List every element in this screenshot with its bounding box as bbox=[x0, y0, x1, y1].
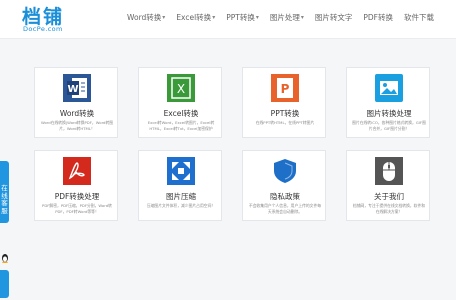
card-privacy[interactable]: 隐私政策 不会收集用户个人信息，用户上传的文件每天系统会自动删除。 bbox=[242, 150, 326, 221]
card-desc: PDF解密，PDF压缩，PDF分割，Word转PDF，PDF转Word等等！ bbox=[42, 203, 112, 214]
card-desc: 压缩图片文件体积，减少图片占用空间！ bbox=[146, 203, 216, 208]
excel-icon: X bbox=[167, 74, 195, 102]
shield-icon bbox=[271, 157, 299, 185]
online-service-tab[interactable]: 在线客服 bbox=[0, 161, 9, 223]
nav-item-ppt[interactable]: PPT转换 ▾ bbox=[226, 12, 259, 23]
card-desc: 档铺网，专注于提供在线文档转换，软件和在线解决方案！ bbox=[352, 203, 426, 214]
nav-item-label: PDF转换 bbox=[363, 13, 393, 22]
nav-item-image[interactable]: 图片处理 ▾ bbox=[270, 12, 304, 23]
word-icon: W bbox=[63, 74, 91, 102]
svg-text:P: P bbox=[281, 82, 290, 96]
image-icon bbox=[375, 74, 403, 102]
card-title: 图片转换处理 bbox=[366, 109, 412, 118]
penguin-icon[interactable] bbox=[1, 253, 9, 263]
card-title: Excel转换 bbox=[163, 109, 199, 118]
card-desc: 在线PPT转HTML，在线PPT转图片 bbox=[255, 120, 315, 125]
nav-item-label: 图片处理 bbox=[269, 13, 300, 22]
side-contact-button[interactable] bbox=[0, 270, 9, 298]
card-compress[interactable]: 图片压缩 压缩图片文件体积，减少图片占用空间！ bbox=[138, 150, 222, 221]
card-word[interactable]: W Word转换 Word在线转换|Word转换PDF，Word转图片，Word… bbox=[34, 67, 118, 138]
site-logo[interactable]: 档铺 DocPe.com bbox=[22, 2, 92, 34]
nav-item-word[interactable]: Word转换 ▾ bbox=[127, 12, 165, 23]
card-title: 隐私政策 bbox=[270, 192, 300, 201]
mouse-icon bbox=[375, 157, 403, 185]
top-header: 档铺 DocPe.com Word转换 ▾ Excel转换 ▾ PPT转换 ▾ 图片处… bbox=[0, 0, 456, 39]
nav-item-label: 图片转文字 bbox=[314, 13, 353, 22]
compress-icon bbox=[167, 157, 195, 185]
svg-text:W: W bbox=[67, 84, 78, 95]
chevron-down-icon: ▾ bbox=[212, 14, 216, 21]
card-image[interactable]: 图片转换处理 图片在线转ICO，各种图片格式转换，GIF图片合并，GIF图片分割… bbox=[346, 67, 430, 138]
svg-text:X: X bbox=[177, 82, 185, 96]
main-nav: Word转换 ▾ Excel转换 ▾ PPT转换 ▾ 图片处理 ▾ 图片转文字 PDF转… bbox=[127, 12, 434, 23]
card-desc: Word在线转换|Word转换PDF，Word转图片，Word转HTML！ bbox=[40, 120, 114, 131]
chevron-down-icon: ▾ bbox=[300, 14, 304, 21]
card-desc: 图片在线转ICO，各种图片格式转换，GIF图片合并，GIF图片分割！ bbox=[352, 120, 426, 131]
pdf-icon bbox=[63, 157, 91, 185]
card-title: Word转换 bbox=[59, 109, 95, 118]
nav-item-pdf[interactable]: PDF转换 bbox=[363, 12, 393, 23]
nav-item-label: PPT转换 bbox=[226, 13, 255, 22]
nav-item-label: 软件下载 bbox=[404, 13, 434, 22]
logo-subtitle: DocPe.com bbox=[23, 25, 63, 33]
card-title: PPT转换 bbox=[270, 109, 300, 118]
nav-item-ocr[interactable]: 图片转文字 bbox=[315, 12, 353, 23]
card-pdf[interactable]: PDF转换处理 PDF解密，PDF压缩，PDF分割，Word转PDF，PDF转W… bbox=[34, 150, 118, 221]
card-about[interactable]: 关于我们 档铺网，专注于提供在线文档转换，软件和在线解决方案！ bbox=[346, 150, 430, 221]
nav-item-label: Excel转换 bbox=[176, 13, 212, 22]
nav-item-download[interactable]: 软件下载 bbox=[404, 12, 434, 23]
chevron-down-icon: ▾ bbox=[162, 14, 166, 21]
chevron-down-icon: ▾ bbox=[255, 14, 259, 21]
ppt-icon: P bbox=[271, 74, 299, 102]
card-desc: Excel转Word，Excel转图片，Excel转HTML，Excel转Txt… bbox=[147, 120, 215, 131]
online-service-label: 在线客服 bbox=[1, 184, 8, 215]
card-desc: 不会收集用户个人信息，用户上传的文件每天系统会自动删除。 bbox=[248, 203, 322, 214]
card-title: 图片压缩 bbox=[166, 192, 196, 201]
nav-item-label: Word转换 bbox=[127, 13, 162, 22]
card-ppt[interactable]: P PPT转换 在线PPT转HTML，在线PPT转图片 bbox=[242, 67, 326, 138]
card-title: PDF转换处理 bbox=[54, 192, 100, 201]
nav-item-excel[interactable]: Excel转换 ▾ bbox=[176, 12, 215, 23]
card-excel[interactable]: X Excel转换 Excel转Word，Excel转图片，Excel转HTML… bbox=[138, 67, 222, 138]
card-title: 关于我们 bbox=[374, 192, 404, 201]
